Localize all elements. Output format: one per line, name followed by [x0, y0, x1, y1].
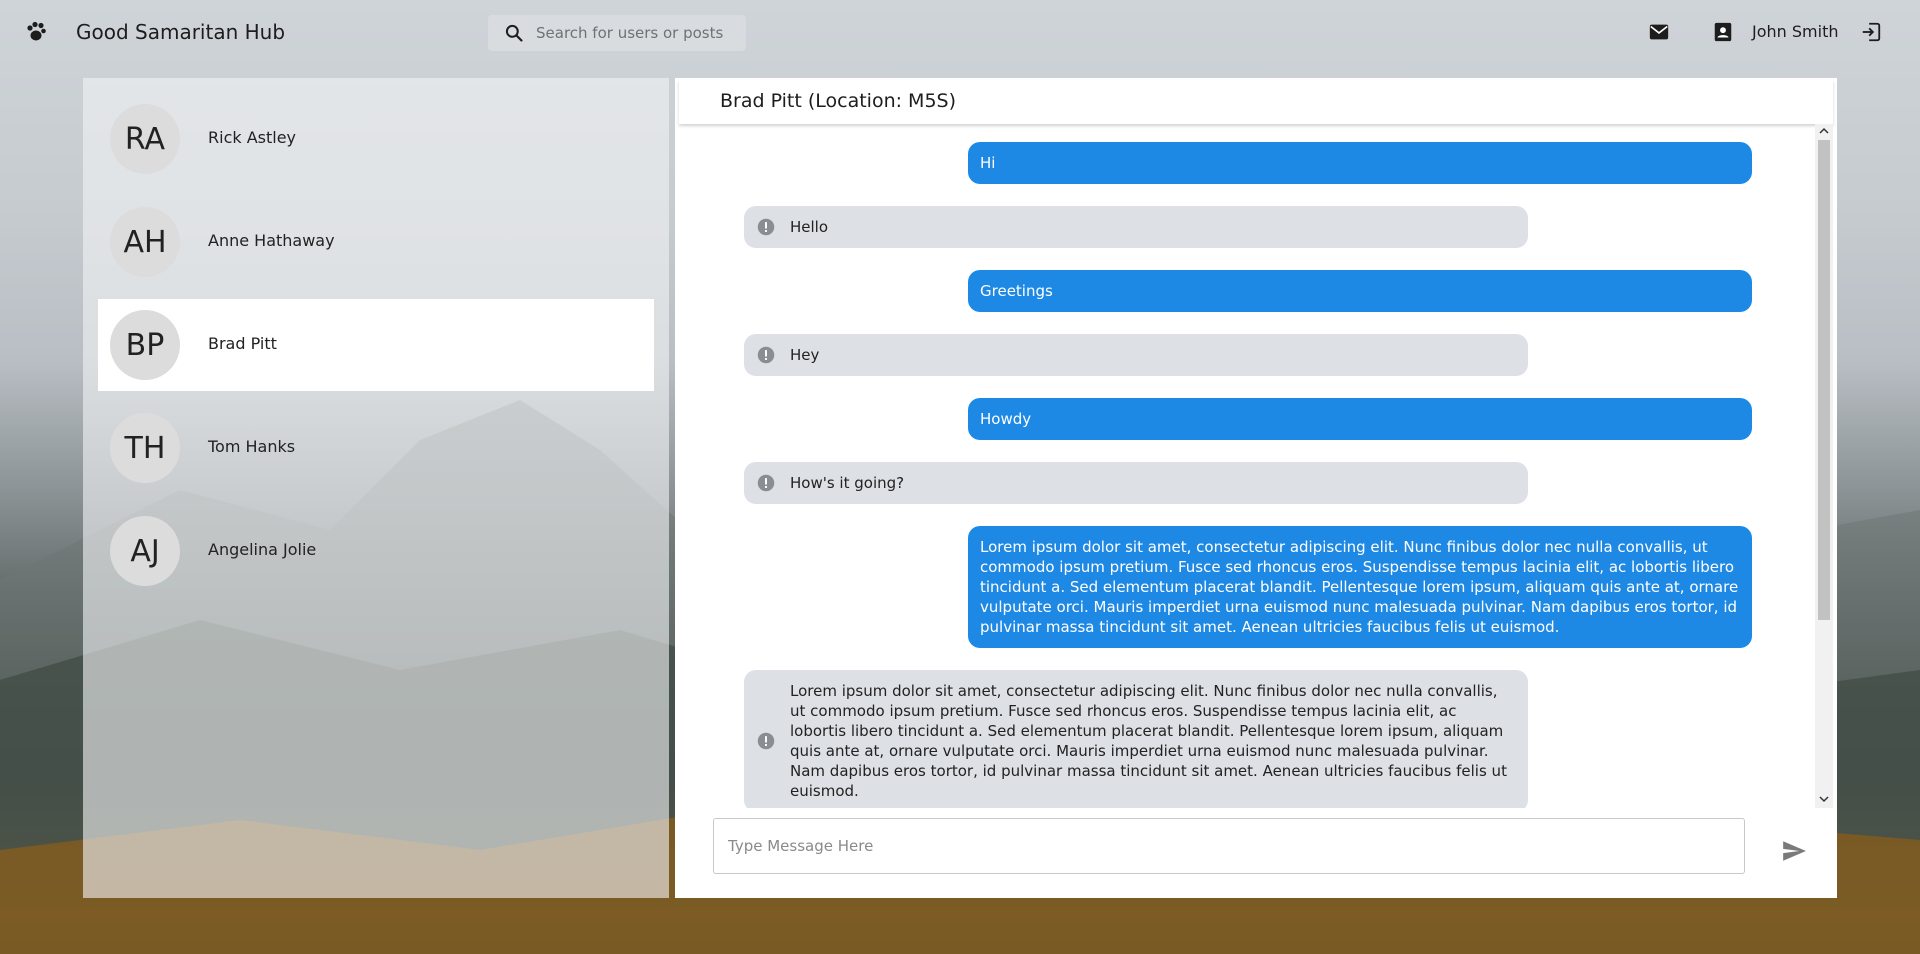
chevron-up-icon[interactable]	[1819, 126, 1829, 136]
logout-icon[interactable]	[1860, 21, 1882, 43]
alert-circle-icon[interactable]	[757, 732, 775, 750]
scrollbar-thumb[interactable]	[1818, 140, 1830, 620]
avatar: AJ	[110, 516, 180, 586]
message-compose[interactable]	[713, 818, 1745, 874]
incoming-message: Lorem ipsum dolor sit amet, consectetur …	[744, 670, 1528, 808]
outgoing-message: Hi	[968, 142, 1752, 184]
alert-circle-icon[interactable]	[757, 346, 775, 364]
app-title[interactable]: Good Samaritan Hub	[76, 20, 285, 44]
contact-item-anne-hathaway[interactable]: AH Anne Hathaway	[98, 196, 654, 288]
contact-item-tom-hanks[interactable]: TH Tom Hanks	[98, 402, 654, 494]
top-navbar: Good Samaritan Hub John Smith	[0, 0, 1920, 64]
avatar: TH	[110, 413, 180, 483]
avatar: RA	[110, 104, 180, 174]
chat-header-title: Brad Pitt (Location: M5S)	[720, 90, 957, 112]
user-name[interactable]: John Smith	[1752, 22, 1838, 41]
search-input[interactable]	[536, 21, 736, 45]
incoming-message: Hello	[744, 206, 1528, 248]
search-icon	[505, 24, 523, 42]
contact-name: Rick Astley	[208, 128, 297, 147]
message-text: Lorem ipsum dolor sit amet, consectetur …	[980, 538, 1739, 636]
message-text: Hey	[790, 346, 820, 364]
message-input[interactable]	[728, 833, 1728, 859]
outgoing-message: Howdy	[968, 398, 1752, 440]
outgoing-message: Greetings	[968, 270, 1752, 312]
incoming-message: Hey	[744, 334, 1528, 376]
alert-circle-icon[interactable]	[757, 218, 775, 236]
contact-name: Brad Pitt	[208, 334, 277, 353]
search-box[interactable]	[488, 15, 746, 51]
send-icon[interactable]	[1781, 838, 1807, 864]
contacts-panel: RA Rick Astley AH Anne Hathaway BP Brad …	[83, 78, 669, 898]
contact-item-brad-pitt[interactable]: BP Brad Pitt	[98, 299, 654, 391]
chat-panel: Brad Pitt (Location: M5S) Hi Hello Greet…	[675, 78, 1837, 898]
message-text: Hello	[790, 218, 829, 236]
mail-icon[interactable]	[1648, 21, 1670, 43]
scrollbar[interactable]	[1815, 124, 1833, 808]
contact-name: Angelina Jolie	[208, 540, 317, 559]
contact-item-angelina-jolie[interactable]: AJ Angelina Jolie	[98, 505, 654, 597]
chat-header: Brad Pitt (Location: M5S)	[679, 80, 1833, 124]
message-text: Greetings	[980, 282, 1053, 300]
avatar: AH	[110, 207, 180, 277]
message-text: How's it going?	[790, 474, 905, 492]
avatar: BP	[110, 310, 180, 380]
message-text: Hi	[980, 154, 996, 172]
paw-icon[interactable]	[24, 20, 48, 44]
chevron-down-icon[interactable]	[1819, 794, 1829, 804]
alert-circle-icon[interactable]	[757, 474, 775, 492]
message-text: Lorem ipsum dolor sit amet, consectetur …	[790, 682, 1507, 800]
contact-name: Tom Hanks	[208, 437, 296, 456]
message-text: Howdy	[980, 410, 1032, 428]
incoming-message: How's it going?	[744, 462, 1528, 504]
contact-name: Anne Hathaway	[208, 231, 335, 250]
message-list[interactable]: Hi Hello Greetings Hey Howdy How's it go…	[679, 128, 1813, 808]
contact-card-icon[interactable]	[1712, 21, 1734, 43]
contact-item-rick-astley[interactable]: RA Rick Astley	[98, 93, 654, 185]
outgoing-message: Lorem ipsum dolor sit amet, consectetur …	[968, 526, 1752, 648]
